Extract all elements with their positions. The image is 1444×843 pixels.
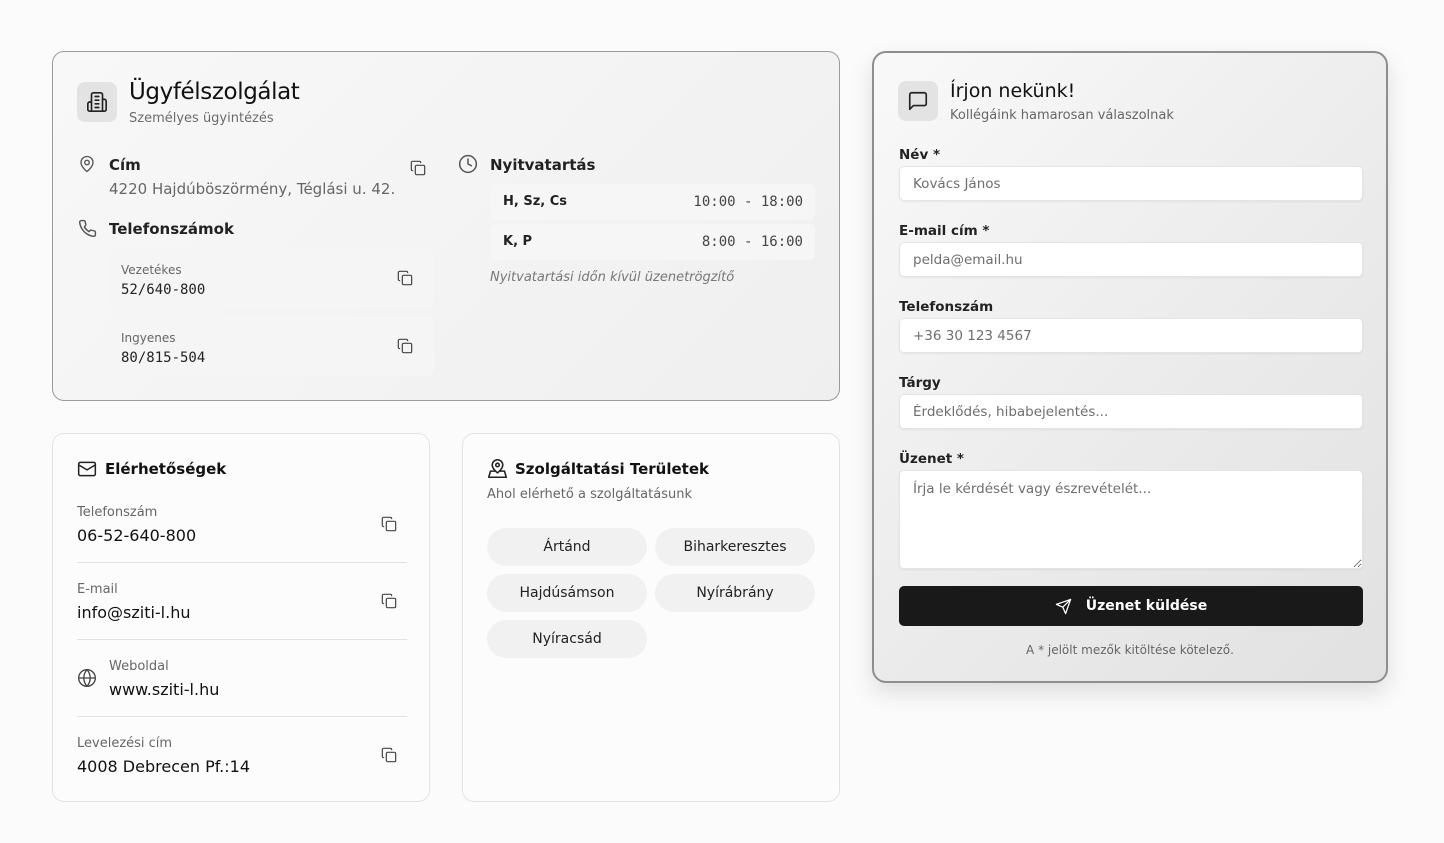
area-chip[interactable]: Nyírábrány <box>655 574 815 612</box>
contact-form-card: Írjon nekünk! Kollégáink hamarosan válas… <box>872 51 1388 683</box>
areas-subtitle: Ahol elérhető a szolgáltatásunk <box>487 487 692 502</box>
contact-item-email: E-mail info@sziti-l.hu <box>77 582 407 622</box>
email-input[interactable] <box>899 242 1363 277</box>
phone-type: Vezetékes <box>121 263 182 277</box>
name-label: Név * <box>899 147 941 163</box>
hours-days: K, P <box>503 234 533 249</box>
phone-entry: Vezetékes 52/640-800 <box>109 248 434 308</box>
service-title: Ügyfélszolgálat <box>129 79 300 105</box>
divider <box>77 716 407 717</box>
message-textarea[interactable] <box>899 470 1363 569</box>
form-title: Írjon nekünk! <box>950 80 1076 102</box>
copy-icon <box>397 270 413 286</box>
address-label: Cím <box>109 156 141 174</box>
hours-row: K, P 8:00 - 16:00 <box>490 224 815 260</box>
copy-icon <box>410 160 426 176</box>
copy-email-button[interactable] <box>380 592 398 610</box>
service-areas-card: Szolgáltatási Területek Ahol elérhető a … <box>462 433 840 802</box>
copy-icon <box>397 338 413 354</box>
copy-phone-button[interactable] <box>396 337 414 355</box>
hours-row: H, Sz, Cs 10:00 - 18:00 <box>490 184 815 220</box>
phone-input[interactable] <box>899 318 1363 353</box>
contact-item-phone: Telefonszám 06-52-640-800 <box>77 505 407 545</box>
contact-item-mail-address: Levelezési cím 4008 Debrecen Pf.:14 <box>77 736 407 776</box>
form-subtitle: Kollégáink hamarosan válaszolnak <box>950 108 1174 123</box>
send-icon <box>1055 598 1071 614</box>
phone-number: 52/640-800 <box>121 282 206 298</box>
address-value: 4220 Hajdúböszörmény, Téglási u. 42. <box>109 180 396 198</box>
subject-input[interactable] <box>899 394 1363 429</box>
copy-icon <box>381 593 397 609</box>
service-subtitle: Személyes ügyintézés <box>129 111 274 126</box>
subject-label: Tárgy <box>899 375 941 391</box>
send-button-label: Üzenet küldése <box>1085 598 1208 614</box>
contact-label: E-mail <box>77 582 118 597</box>
map-area-icon <box>487 458 508 483</box>
hours-note: Nyitvatartási időn kívül üzenetrögzítő <box>490 270 735 285</box>
hours-days: H, Sz, Cs <box>503 194 568 209</box>
area-chip[interactable]: Hajdúsámson <box>487 574 647 612</box>
copy-address-button[interactable] <box>409 159 427 177</box>
message-label: Üzenet * <box>899 451 964 467</box>
areas-title: Szolgáltatási Területek <box>515 460 709 478</box>
name-input[interactable] <box>899 166 1363 201</box>
copy-icon <box>381 747 397 763</box>
contact-value: 06-52-640-800 <box>77 526 197 545</box>
copy-phone-button[interactable] <box>380 515 398 533</box>
contacts-card: Elérhetőségek Telefonszám 06-52-640-800 … <box>52 433 430 802</box>
hours-time: 8:00 - 16:00 <box>701 234 803 250</box>
area-chip[interactable]: Ártánd <box>487 528 647 566</box>
website-link[interactable]: www.sziti-l.hu <box>109 680 439 699</box>
area-chip[interactable]: Nyíracsád <box>487 620 647 658</box>
divider <box>77 639 407 640</box>
phone-entry: Ingyenes 80/815-504 <box>109 316 434 376</box>
contact-label: Levelezési cím <box>77 736 173 751</box>
phones-label: Telefonszámok <box>109 220 234 238</box>
clock-icon <box>458 154 478 178</box>
phone-type: Ingyenes <box>121 331 176 345</box>
contact-item-website: Weboldal www.sziti-l.hu <box>109 659 439 699</box>
hours-label: Nyitvatartás <box>490 156 596 174</box>
building-icon <box>77 82 117 122</box>
mail-icon <box>77 459 97 483</box>
phone-icon <box>78 219 97 242</box>
phone-number: 80/815-504 <box>121 350 206 366</box>
map-pin-icon <box>78 155 96 177</box>
hours-time: 10:00 - 18:00 <box>693 194 803 210</box>
divider <box>77 562 407 563</box>
area-chip[interactable]: Biharkeresztes <box>655 528 815 566</box>
contact-label: Weboldal <box>109 659 169 674</box>
copy-mail-address-button[interactable] <box>380 746 398 764</box>
required-fields-note: A * jelölt mezők kitöltése kötelező. <box>1026 643 1234 657</box>
customer-service-card: Ügyfélszolgálat Személyes ügyintézés Cím… <box>52 51 840 401</box>
send-message-button[interactable]: Üzenet küldése <box>899 586 1363 626</box>
contacts-title: Elérhetőségek <box>105 460 227 478</box>
email-label: E-mail cím * <box>899 223 990 239</box>
copy-icon <box>381 516 397 532</box>
message-square-icon <box>898 81 938 121</box>
contact-value: 4008 Debrecen Pf.:14 <box>77 757 251 776</box>
contact-value: info@sziti-l.hu <box>77 603 191 622</box>
copy-phone-button[interactable] <box>396 269 414 287</box>
phone-label: Telefonszám <box>899 299 994 315</box>
globe-icon <box>77 668 97 692</box>
contact-label: Telefonszám <box>77 505 158 520</box>
